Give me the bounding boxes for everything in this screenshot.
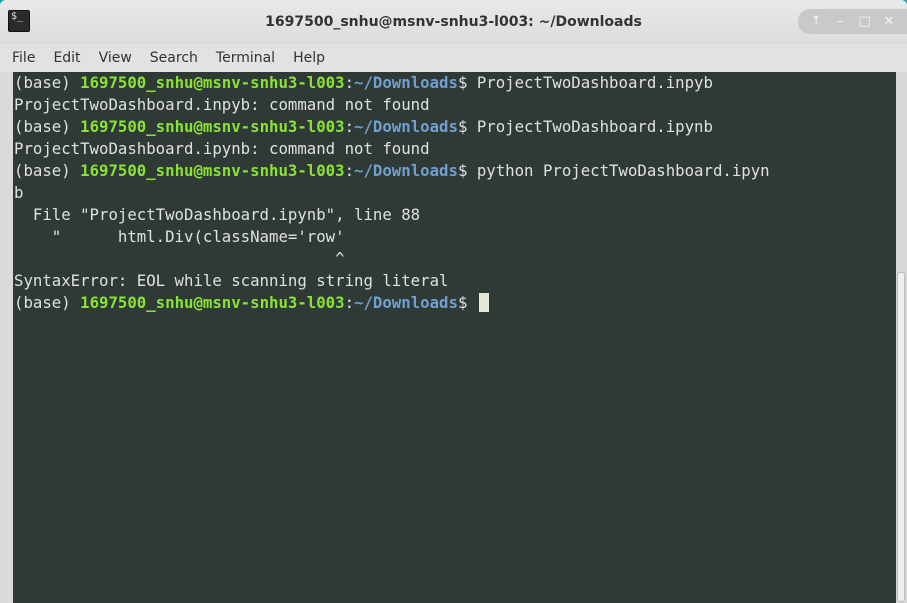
prompt-symbol: $ — [457, 73, 477, 92]
up-arrow-icon[interactable]: ↑ — [807, 14, 825, 29]
minimize-icon[interactable]: – — [831, 14, 849, 29]
terminal-line: (base) 1697500_snhu@msnv-snhu3-l003:~/Do… — [13, 116, 896, 138]
terminal-line: (base) 1697500_snhu@msnv-snhu3-l003:~/Do… — [13, 72, 896, 94]
menu-bar: File Edit View Search Terminal Help — [0, 44, 907, 72]
output-text: ProjectTwoDashboard.inpyb: command not f… — [14, 95, 430, 114]
output-text: File "ProjectTwoDashboard.ipynb", line 8… — [14, 205, 421, 224]
prompt-env: (base) — [14, 73, 81, 92]
text-cursor — [478, 293, 489, 312]
prompt-colon: : — [344, 73, 355, 92]
maximize-icon[interactable]: □ — [856, 14, 874, 29]
prompt-env: (base) — [14, 161, 81, 180]
prompt-colon: : — [344, 161, 355, 180]
scrollbar-thumb[interactable] — [897, 272, 905, 602]
prompt-user-host: 1697500_snhu@msnv-snhu3-l003 — [80, 73, 345, 92]
terminal-line: SyntaxError: EOL while scanning string l… — [13, 270, 896, 292]
close-icon[interactable]: ✕ — [880, 14, 898, 29]
terminal-line: File "ProjectTwoDashboard.ipynb", line 8… — [13, 204, 896, 226]
prompt-env: (base) — [14, 293, 81, 312]
output-text: b — [14, 183, 24, 202]
prompt-colon: : — [344, 117, 355, 136]
menu-search[interactable]: Search — [150, 50, 198, 66]
menu-edit[interactable]: Edit — [53, 50, 80, 66]
prompt-path: ~/Downloads — [354, 73, 458, 92]
terminal-line: ^ — [13, 248, 896, 270]
terminal-line: (base) 1697500_snhu@msnv-snhu3-l003:~/Do… — [13, 160, 896, 182]
command-text: ProjectTwoDashboard.ipynb — [476, 117, 713, 136]
title-bar[interactable]: $_ 1697500_snhu@msnv-snhu3-l003: ~/Downl… — [0, 0, 907, 45]
output-text: ProjectTwoDashboard.ipynb: command not f… — [14, 139, 430, 158]
prompt-symbol: $ — [457, 117, 477, 136]
menu-help[interactable]: Help — [293, 50, 325, 66]
prompt-path: ~/Downloads — [354, 161, 458, 180]
command-text: ProjectTwoDashboard.inpyb — [476, 73, 713, 92]
terminal-line: ProjectTwoDashboard.ipynb: command not f… — [13, 138, 896, 160]
window-border — [0, 72, 13, 603]
window-title: 1697500_snhu@msnv-snhu3-l003: ~/Download… — [265, 14, 642, 30]
output-text: ^ — [14, 249, 345, 268]
terminal-line: " html.Div(className='row' — [13, 226, 896, 248]
prompt-path: ~/Downloads — [354, 293, 458, 312]
terminal-window: $_ 1697500_snhu@msnv-snhu3-l003: ~/Downl… — [0, 0, 907, 603]
output-text: " html.Div(className='row' — [14, 227, 345, 246]
prompt-colon: : — [344, 293, 355, 312]
prompt-path: ~/Downloads — [354, 117, 458, 136]
prompt-symbol: $ — [457, 161, 477, 180]
prompt-env: (base) — [14, 117, 81, 136]
prompt-user-host: 1697500_snhu@msnv-snhu3-l003 — [80, 293, 345, 312]
terminal-output[interactable]: (base) 1697500_snhu@msnv-snhu3-l003:~/Do… — [13, 72, 896, 603]
menu-file[interactable]: File — [12, 50, 35, 66]
terminal-line: ProjectTwoDashboard.inpyb: command not f… — [13, 94, 896, 116]
command-text: python ProjectTwoDashboard.ipyn — [476, 161, 770, 180]
terminal-line: b — [13, 182, 896, 204]
terminal-line: (base) 1697500_snhu@msnv-snhu3-l003:~/Do… — [13, 292, 896, 314]
prompt-symbol: $ — [457, 293, 477, 312]
scrollbar[interactable] — [896, 72, 907, 603]
prompt-user-host: 1697500_snhu@msnv-snhu3-l003 — [80, 117, 345, 136]
prompt-user-host: 1697500_snhu@msnv-snhu3-l003 — [80, 161, 345, 180]
menu-terminal[interactable]: Terminal — [216, 50, 275, 66]
output-text: SyntaxError: EOL while scanning string l… — [14, 271, 449, 290]
menu-view[interactable]: View — [99, 50, 132, 66]
window-controls: ↑ – □ ✕ — [798, 9, 907, 34]
